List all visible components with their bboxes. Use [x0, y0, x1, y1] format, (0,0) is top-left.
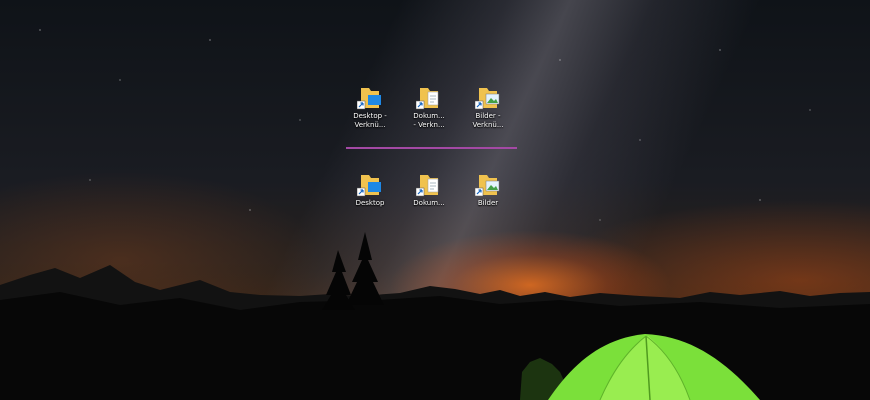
icon-label: Desktop [355, 199, 385, 207]
folder-pictures-icon [474, 173, 501, 197]
icon-label: Bilder - Verknü... [472, 112, 504, 129]
icon-label: Desktop - Verknü... [353, 112, 387, 129]
pine-trees [322, 232, 384, 310]
icon-label: Bilder [477, 199, 499, 207]
divider-line [346, 147, 517, 149]
folder-documents-icon [415, 173, 442, 197]
icon-label: Dokum... - Verkn... [413, 112, 445, 129]
desktop-background: Desktop - Verknü... Dokum... - Verkn... [0, 0, 870, 400]
icon-label: Dokum... [413, 199, 445, 207]
desktop-icon-documents[interactable]: Dokum... [400, 173, 458, 208]
desktop-icon-pictures[interactable]: Bilder [459, 173, 517, 208]
desktop-shortcut-icon-desktop-link[interactable]: Desktop - Verknü... [341, 86, 399, 130]
folder-desktop-icon [356, 173, 383, 197]
folder-desktop-icon [356, 86, 383, 110]
desktop-shortcut-icon-pictures-link[interactable]: Bilder - Verknü... [459, 86, 517, 130]
desktop-icon-desktop[interactable]: Desktop [341, 173, 399, 208]
folder-pictures-icon [474, 86, 501, 110]
folder-documents-icon [415, 86, 442, 110]
desktop-shortcut-icon-documents-link[interactable]: Dokum... - Verkn... [400, 86, 458, 130]
